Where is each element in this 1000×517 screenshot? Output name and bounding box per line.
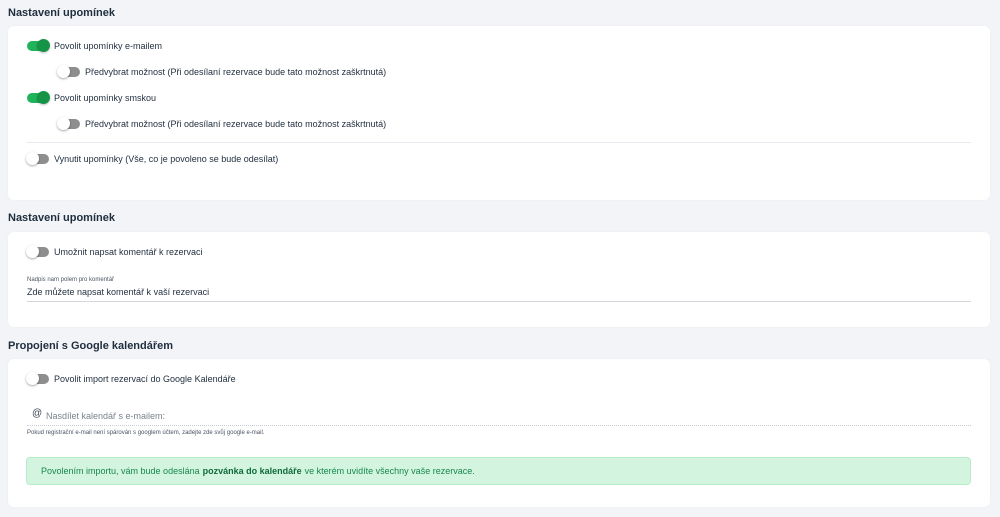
alert-calendar-invite-text: pozvánka do kalendáře: [202, 466, 302, 476]
force-reminders-toggle[interactable]: [26, 152, 49, 165]
comment-heading-field-label: Nadpis nam polem pro komentář: [27, 277, 115, 283]
google-import-label: Povolit import rezervací do Google Kalen…: [54, 374, 236, 384]
section-title-reminders: Nastavení upomínek: [8, 7, 115, 19]
comments-card: Umožnit napsat komentář k rezervaci Nadp…: [8, 232, 990, 327]
preselect-email-label: Předvybrat možnost (Při odesílaní rezerv…: [85, 67, 387, 77]
toggle-row-google-import: Povolit import rezervací do Google Kalen…: [26, 372, 236, 385]
share-calendar-email-underline: [27, 425, 971, 426]
toggle-row-email-reminders: Povolit upomínky e-mailem: [27, 39, 163, 52]
allow-comment-label: Umožnit napsat komentář k rezervaci: [54, 247, 203, 257]
preselect-sms-label: Předvybrat možnost (Při odesílaní rezerv…: [85, 119, 387, 129]
toggle-row-force-reminders: Vynutit upomínky (Vše, co je povoleno se…: [26, 152, 279, 165]
toggle-row-preselect-sms: Předvybrat možnost (Při odesílaní rezerv…: [57, 117, 387, 130]
comment-heading-input-underline: [27, 301, 971, 302]
section-title-comments: Nastavení upomínek: [8, 212, 115, 224]
sms-reminders-toggle[interactable]: [27, 91, 50, 104]
toggle-row-sms-reminders: Povolit upomínky smskou: [27, 91, 157, 104]
section-divider: [26, 142, 971, 143]
section-title-google-calendar: Propojení s Google kalendářem: [8, 340, 174, 352]
alert-text-after: ve kterém uvidíte všechny vaše rezervace…: [304, 466, 475, 476]
google-import-toggle[interactable]: [26, 372, 49, 385]
toggle-row-allow-comment: Umožnit napsat komentář k rezervaci: [26, 245, 203, 258]
force-reminders-label: Vynutit upomínky (Vše, co je povoleno se…: [54, 154, 279, 164]
sms-reminders-label: Povolit upomínky smskou: [54, 93, 157, 103]
allow-comment-toggle[interactable]: [26, 245, 49, 258]
google-import-info-alert: Povolením importu, vám bude odeslána poz…: [26, 457, 971, 485]
google-calendar-card: Povolit import rezervací do Google Kalen…: [8, 359, 990, 507]
preselect-email-toggle[interactable]: [57, 65, 80, 78]
toggle-row-preselect-email: Předvybrat možnost (Při odesílaní rezerv…: [57, 65, 387, 78]
reminders-card: Povolit upomínky e-mailem Předvybrat mož…: [8, 26, 990, 200]
share-calendar-email-input[interactable]: Nasdílet kalendář s e-mailem:: [46, 411, 165, 421]
at-icon: @: [32, 408, 43, 419]
comment-heading-input[interactable]: Zde můžete napsat komentář k vaší rezerv…: [27, 287, 209, 297]
alert-text-before: Povolením importu, vám bude odeslána: [41, 466, 200, 476]
preselect-sms-toggle[interactable]: [57, 117, 80, 130]
email-reminders-toggle[interactable]: [27, 39, 50, 52]
share-calendar-hint: Pokud registrační e-mail není spárován s…: [27, 430, 265, 436]
email-reminders-label: Povolit upomínky e-mailem: [54, 41, 163, 51]
